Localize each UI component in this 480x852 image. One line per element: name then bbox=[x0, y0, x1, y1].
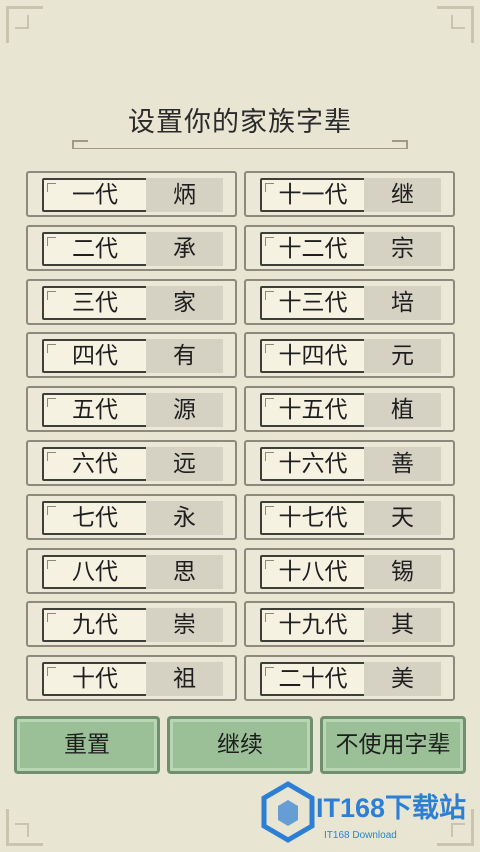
no-generation-names-button[interactable]: 不使用字辈 bbox=[320, 716, 466, 774]
corner-ornament bbox=[6, 6, 43, 43]
generation-row[interactable]: 二十代美 bbox=[244, 655, 455, 702]
corner-ornament bbox=[6, 809, 43, 846]
generation-label: 十二代 bbox=[260, 231, 366, 266]
generation-row[interactable]: 三代家 bbox=[26, 278, 237, 325]
generation-char-field[interactable]: 远 bbox=[146, 446, 223, 481]
generation-label: 九代 bbox=[42, 608, 148, 643]
generation-row[interactable]: 九代崇 bbox=[26, 601, 237, 648]
generation-char-field[interactable]: 永 bbox=[146, 500, 223, 535]
generation-char-field[interactable]: 锡 bbox=[364, 554, 441, 589]
generation-row[interactable]: 四代有 bbox=[26, 332, 237, 379]
watermark: IT168下载站 IT168 Download bbox=[258, 776, 480, 852]
generation-label: 二代 bbox=[42, 231, 148, 266]
watermark-logo-icon bbox=[261, 781, 315, 843]
corner-ornament bbox=[437, 6, 474, 43]
generation-row[interactable]: 十八代锡 bbox=[244, 547, 455, 594]
generation-row[interactable]: 六代远 bbox=[26, 439, 237, 486]
generation-char-field[interactable]: 美 bbox=[364, 662, 441, 697]
generation-label: 四代 bbox=[42, 339, 148, 374]
generation-row[interactable]: 十六代善 bbox=[244, 439, 455, 486]
generation-label: 十六代 bbox=[260, 446, 366, 481]
watermark-subtext: IT168 Download bbox=[324, 830, 397, 841]
generation-row[interactable]: 十二代宗 bbox=[244, 224, 455, 271]
generation-char-field[interactable]: 祖 bbox=[146, 662, 223, 697]
page-title: 设置你的家族字辈 bbox=[128, 107, 352, 138]
generation-column-left: 一代炳 二代承 三代家 四代有 五代源 六代远 七代永 八代思 九代崇 十代祖 bbox=[26, 171, 237, 709]
generation-row[interactable]: 十一代继 bbox=[244, 171, 455, 217]
generation-label: 十八代 bbox=[260, 554, 366, 589]
generation-row[interactable]: 十四代元 bbox=[244, 332, 455, 379]
generation-label: 五代 bbox=[42, 393, 148, 428]
generation-label: 十七代 bbox=[260, 500, 366, 535]
generation-row[interactable]: 七代永 bbox=[26, 493, 237, 540]
generation-char-field[interactable]: 天 bbox=[364, 500, 441, 535]
generation-char-field[interactable]: 家 bbox=[146, 285, 223, 320]
watermark-text: IT168下载站 bbox=[316, 793, 467, 823]
generation-row[interactable]: 一代炳 bbox=[26, 171, 237, 217]
generation-row[interactable]: 十三代培 bbox=[244, 278, 455, 325]
generation-char-field[interactable]: 承 bbox=[146, 231, 223, 266]
generation-row[interactable]: 五代源 bbox=[26, 386, 237, 433]
reset-button[interactable]: 重置 bbox=[14, 716, 160, 774]
generation-label: 七代 bbox=[42, 500, 148, 535]
generation-label: 三代 bbox=[42, 285, 148, 320]
generation-label: 十五代 bbox=[260, 393, 366, 428]
generation-label: 六代 bbox=[42, 446, 148, 481]
generation-label: 十九代 bbox=[260, 608, 366, 643]
generation-char-field[interactable]: 植 bbox=[364, 393, 441, 428]
generation-column-right: 十一代继 十二代宗 十三代培 十四代元 十五代植 十六代善 十七代天 十八代锡 … bbox=[244, 171, 455, 709]
generation-char-field[interactable]: 继 bbox=[364, 178, 441, 212]
generation-label: 一代 bbox=[42, 178, 148, 212]
generation-row[interactable]: 十七代天 bbox=[244, 493, 455, 540]
generation-label: 十一代 bbox=[260, 178, 366, 212]
generation-char-field[interactable]: 宗 bbox=[364, 231, 441, 266]
continue-button[interactable]: 继续 bbox=[167, 716, 313, 774]
generation-char-field[interactable]: 培 bbox=[364, 285, 441, 320]
generation-row[interactable]: 八代思 bbox=[26, 547, 237, 594]
generation-label: 十代 bbox=[42, 662, 148, 697]
generation-label: 十四代 bbox=[260, 339, 366, 374]
title-divider bbox=[72, 140, 408, 149]
generation-row[interactable]: 二代承 bbox=[26, 224, 237, 271]
generation-label: 八代 bbox=[42, 554, 148, 589]
generation-char-field[interactable]: 有 bbox=[146, 339, 223, 374]
generation-label: 十三代 bbox=[260, 285, 366, 320]
generation-char-field[interactable]: 崇 bbox=[146, 608, 223, 643]
generation-char-field[interactable]: 善 bbox=[364, 446, 441, 481]
generation-char-field[interactable]: 其 bbox=[364, 608, 441, 643]
generation-row[interactable]: 十五代植 bbox=[244, 386, 455, 433]
generation-char-field[interactable]: 炳 bbox=[146, 178, 223, 212]
generation-char-field[interactable]: 思 bbox=[146, 554, 223, 589]
generation-char-field[interactable]: 源 bbox=[146, 393, 223, 428]
generation-row[interactable]: 十九代其 bbox=[244, 601, 455, 648]
generation-label: 二十代 bbox=[260, 662, 366, 697]
generation-char-field[interactable]: 元 bbox=[364, 339, 441, 374]
generation-row[interactable]: 十代祖 bbox=[26, 655, 237, 702]
